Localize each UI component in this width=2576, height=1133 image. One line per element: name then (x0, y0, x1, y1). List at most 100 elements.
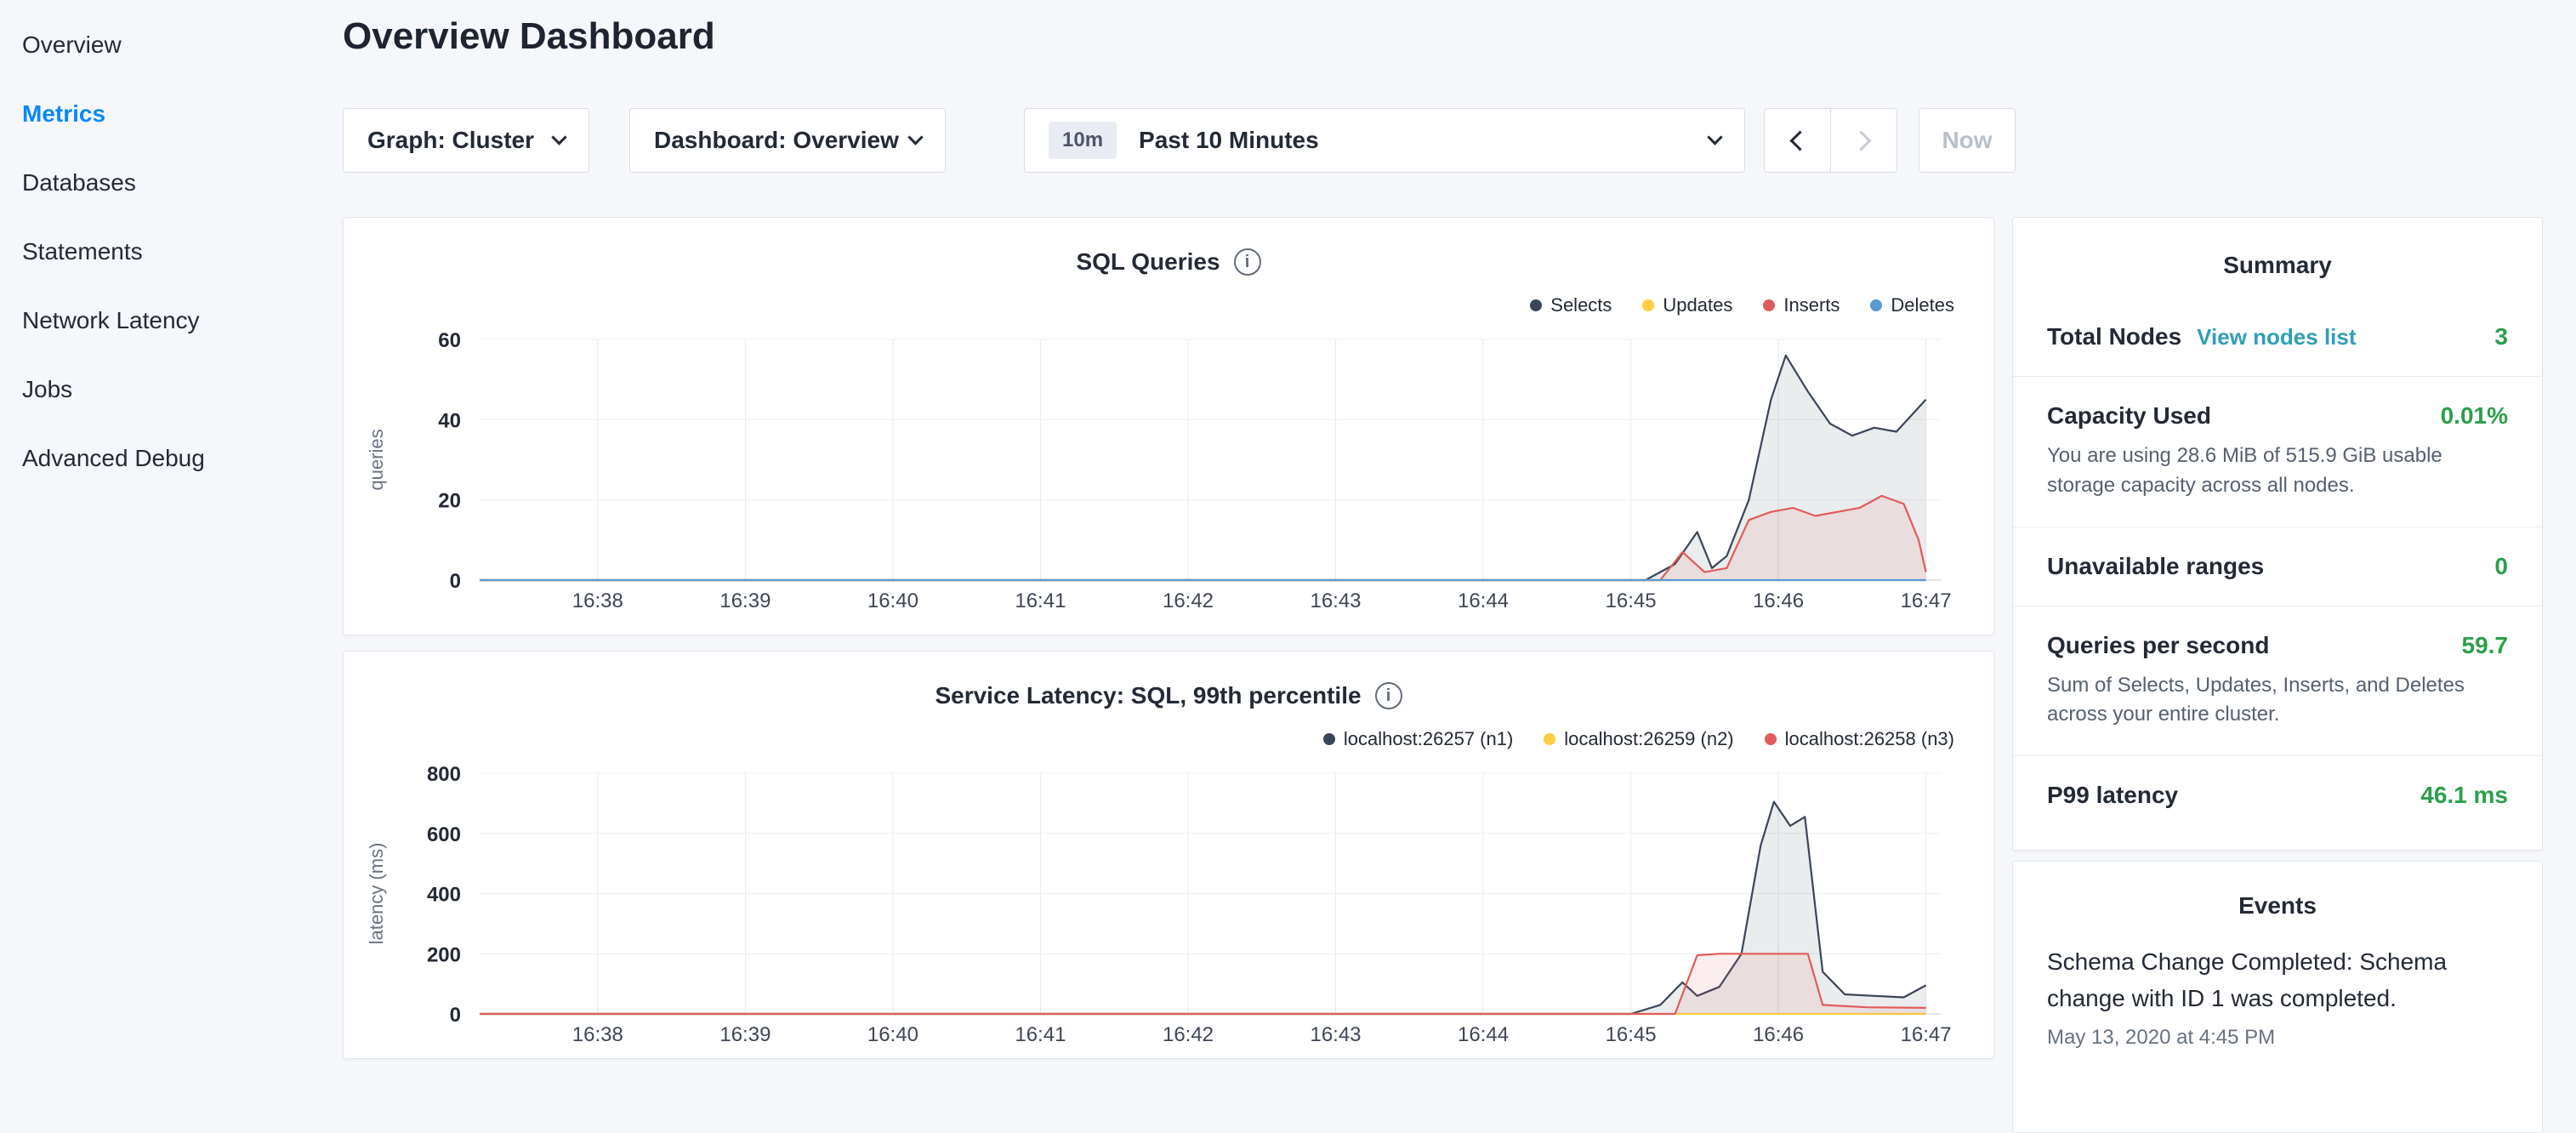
svg-text:16:39: 16:39 (719, 1023, 771, 1046)
event-timestamp: May 13, 2020 at 4:45 PM (2047, 1026, 2508, 1050)
svg-text:16:45: 16:45 (1606, 589, 1657, 612)
events-list: Schema Change Completed: Schema change w… (2047, 943, 2508, 1050)
time-next-button[interactable] (1830, 108, 1897, 173)
legend-dot-icon (1323, 733, 1335, 745)
summary-subtext: Sum of Selects, Updates, Inserts, and De… (2047, 671, 2506, 731)
chart-legend: localhost:26257 (n1) localhost:26259 (n2)… (1323, 728, 1954, 750)
summary-row: Capacity Used 0.01% You are using 28.6 MiB… (2013, 376, 2542, 527)
summary-label: Unavailable ranges (2047, 553, 2264, 580)
svg-text:60: 60 (438, 329, 461, 352)
service-latency-chart-card: Service Latency: SQL, 99th percentile i … (343, 651, 1994, 1059)
events-title: Events (2047, 892, 2508, 919)
legend-item: Inserts (1763, 294, 1840, 316)
legend-label: localhost:26259 (n2) (1564, 728, 1733, 750)
summary-subtext: You are using 28.6 MiB of 515.9 GiB usab… (2047, 441, 2506, 501)
dashboard-label: Dashboard: Overview (654, 127, 899, 154)
events-panel: Events Schema Change Completed: Schema c… (2012, 861, 2543, 1133)
summary-label: Capacity Used (2047, 402, 2211, 430)
svg-text:40: 40 (438, 409, 461, 432)
svg-text:latency (ms): latency (ms) (366, 843, 387, 945)
dashboard-dropdown[interactable]: Dashboard: Overview (629, 108, 946, 173)
legend-label: Deletes (1891, 294, 1954, 316)
legend-item: Selects (1530, 294, 1612, 316)
time-badge: 10m (1049, 122, 1117, 159)
time-prev-button[interactable] (1764, 108, 1831, 173)
svg-text:16:40: 16:40 (867, 1023, 918, 1046)
legend-label: localhost:26258 (n3) (1785, 728, 1954, 750)
svg-text:16:46: 16:46 (1753, 589, 1804, 612)
now-button[interactable]: Now (1919, 108, 2016, 173)
svg-text:20: 20 (438, 490, 461, 513)
graph-scope-dropdown[interactable]: Graph: Cluster (343, 108, 589, 173)
legend-item: localhost:26258 (n3) (1765, 728, 1954, 750)
svg-text:16:38: 16:38 (572, 589, 623, 612)
legend-dot-icon (1642, 299, 1654, 311)
sql-queries-chart-card: SQL Queries i Selects Updates Inserts Delet… (343, 217, 1994, 635)
legend-item: Updates (1642, 294, 1732, 316)
view-nodes-list-link[interactable]: View nodes list (2197, 324, 2356, 350)
legend-item: localhost:26257 (n1) (1323, 728, 1513, 750)
page-title: Overview Dashboard (343, 15, 715, 58)
sidebar-nav: OverviewMetricsDatabasesStatementsNetwor… (0, 0, 340, 1051)
summary-value: 0.01% (2441, 402, 2508, 430)
legend-label: localhost:26257 (n1) (1344, 728, 1513, 750)
time-range-selector[interactable]: 10m Past 10 Minutes (1024, 108, 1745, 173)
svg-text:200: 200 (427, 943, 461, 966)
sidebar-item-overview[interactable]: Overview (0, 10, 340, 79)
summary-row: Queries per second 59.7 Sum of Selects, Up… (2013, 606, 2542, 756)
chart-legend: Selects Updates Inserts Deletes (1530, 294, 1954, 316)
legend-dot-icon (1544, 733, 1555, 745)
summary-rows: Total Nodes View nodes list 3 Capacity Used… (2013, 298, 2542, 834)
service-latency-plot: 16:3816:3916:4016:4116:4216:4316:4416:45… (344, 752, 1993, 1050)
svg-text:16:44: 16:44 (1458, 1023, 1509, 1046)
summary-label: Total Nodes (2047, 323, 2181, 350)
svg-text:16:43: 16:43 (1310, 1023, 1361, 1046)
legend-label: Inserts (1783, 294, 1840, 316)
summary-title: Summary (2013, 252, 2542, 279)
sql-queries-plot: 16:3816:3916:4016:4116:4216:4316:4416:45… (344, 318, 1993, 616)
svg-text:16:47: 16:47 (1901, 1023, 1952, 1046)
info-icon[interactable]: i (1234, 248, 1261, 276)
chevron-down-icon (551, 129, 566, 145)
chevron-down-icon (907, 129, 923, 145)
svg-text:16:42: 16:42 (1163, 589, 1214, 612)
svg-text:16:44: 16:44 (1458, 589, 1509, 612)
info-icon[interactable]: i (1375, 682, 1402, 709)
chevron-left-icon (1789, 130, 1810, 151)
legend-item: Deletes (1870, 294, 1954, 316)
legend-dot-icon (1765, 733, 1777, 745)
svg-text:16:40: 16:40 (867, 589, 918, 612)
legend-dot-icon (1763, 299, 1775, 311)
summary-value: 0 (2494, 553, 2508, 580)
chevron-down-icon (1707, 129, 1722, 145)
chart-title: SQL Queries (1076, 248, 1220, 276)
svg-text:0: 0 (450, 570, 461, 593)
time-range-label: Past 10 Minutes (1139, 127, 1319, 154)
summary-value: 3 (2494, 323, 2508, 350)
svg-text:16:41: 16:41 (1015, 1023, 1066, 1046)
svg-text:16:47: 16:47 (1901, 589, 1952, 612)
legend-dot-icon (1870, 299, 1882, 311)
sidebar-item-databases[interactable]: Databases (0, 148, 340, 217)
legend-dot-icon (1530, 299, 1542, 311)
summary-label: P99 latency (2047, 782, 2178, 809)
sidebar-item-network-latency[interactable]: Network Latency (0, 286, 340, 355)
chevron-right-icon (1851, 130, 1871, 151)
summary-label: Queries per second (2047, 632, 2269, 659)
summary-value: 59.7 (2462, 632, 2509, 659)
chart-title: Service Latency: SQL, 99th percentile (935, 682, 1361, 709)
legend-label: Selects (1550, 294, 1612, 316)
sidebar-item-statements[interactable]: Statements (0, 217, 340, 286)
svg-text:16:41: 16:41 (1015, 589, 1066, 612)
legend-label: Updates (1663, 294, 1732, 316)
sidebar-item-advanced-debug[interactable]: Advanced Debug (0, 424, 340, 492)
event-text: Schema Change Completed: Schema change w… (2047, 943, 2508, 1017)
summary-row: Total Nodes View nodes list 3 (2013, 298, 2542, 376)
legend-item: localhost:26259 (n2) (1544, 728, 1733, 750)
summary-panel: Summary Total Nodes View nodes list 3 Capac… (2012, 217, 2543, 851)
summary-value: 46.1 ms (2420, 782, 2508, 809)
sidebar-item-metrics[interactable]: Metrics (0, 79, 340, 148)
svg-text:16:38: 16:38 (572, 1023, 623, 1046)
svg-text:400: 400 (427, 884, 461, 907)
sidebar-item-jobs[interactable]: Jobs (0, 355, 340, 424)
